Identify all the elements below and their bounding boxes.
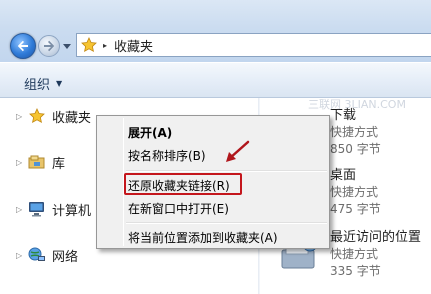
- address-input[interactable]: ▸ 收藏夹: [76, 33, 431, 57]
- nav-item-label: 库: [52, 156, 66, 172]
- item-name: 桌面: [330, 168, 357, 183]
- annotation-highlight-box: [124, 173, 242, 195]
- nav-item-libraries[interactable]: ▷ 库: [16, 152, 65, 172]
- watermark: 三联网 3LIAN.COM: [308, 98, 406, 111]
- forward-arrow-icon: [44, 40, 55, 52]
- nav-item-favorites[interactable]: ▷ 收藏夹: [14, 106, 94, 126]
- breadcrumb-favorites[interactable]: 收藏夹: [114, 36, 153, 55]
- expand-icon[interactable]: ▷: [16, 158, 28, 167]
- library-icon: [28, 154, 46, 170]
- menu-item-add-to-favorites[interactable]: 将当前位置添加到收藏夹(A): [128, 229, 278, 246]
- chevron-down-icon: ▼: [56, 79, 63, 88]
- expand-icon[interactable]: ▷: [16, 112, 28, 121]
- expand-icon[interactable]: ▷: [16, 205, 28, 214]
- forward-button[interactable]: [38, 35, 60, 57]
- nav-item-label: 计算机: [52, 203, 92, 219]
- computer-icon: [28, 201, 46, 217]
- nav-item-label: 网络: [52, 249, 79, 265]
- breadcrumb-separator[interactable]: ▸: [103, 41, 107, 50]
- item-size: 335 字节: [330, 264, 381, 278]
- item-type: 快捷方式: [330, 247, 379, 261]
- nav-item-network[interactable]: ▷ 网络: [16, 245, 78, 265]
- menu-separator: [126, 170, 327, 172]
- network-icon: [28, 247, 46, 263]
- item-type: 快捷方式: [330, 185, 379, 199]
- toolbar: 组织 ▼: [0, 62, 431, 98]
- menu-separator: [126, 222, 327, 224]
- item-size: 850 字节: [330, 142, 381, 156]
- item-size: 475 字节: [330, 202, 381, 216]
- item-name: 最近访问的位置: [330, 230, 422, 245]
- nav-item-computer[interactable]: ▷ 计算机: [16, 199, 91, 219]
- recent-pages-dropdown[interactable]: [63, 42, 71, 50]
- star-icon: [81, 37, 97, 52]
- back-arrow-icon: [17, 40, 28, 52]
- menu-item-open-new-window[interactable]: 在新窗口中打开(E): [128, 200, 229, 217]
- nav-item-label: 收藏夹: [52, 110, 92, 126]
- organize-label: 组织: [24, 78, 51, 93]
- annotation-arrow-icon: [226, 140, 250, 162]
- menu-item-sort-by-name[interactable]: 按名称排序(B): [128, 147, 206, 164]
- item-type: 快捷方式: [330, 125, 379, 139]
- star-icon: [28, 108, 46, 124]
- expand-icon[interactable]: ▷: [16, 251, 28, 260]
- back-button[interactable]: [10, 33, 36, 59]
- menu-item-expand[interactable]: 展开(A): [128, 124, 172, 141]
- organize-button[interactable]: 组织 ▼: [24, 74, 62, 93]
